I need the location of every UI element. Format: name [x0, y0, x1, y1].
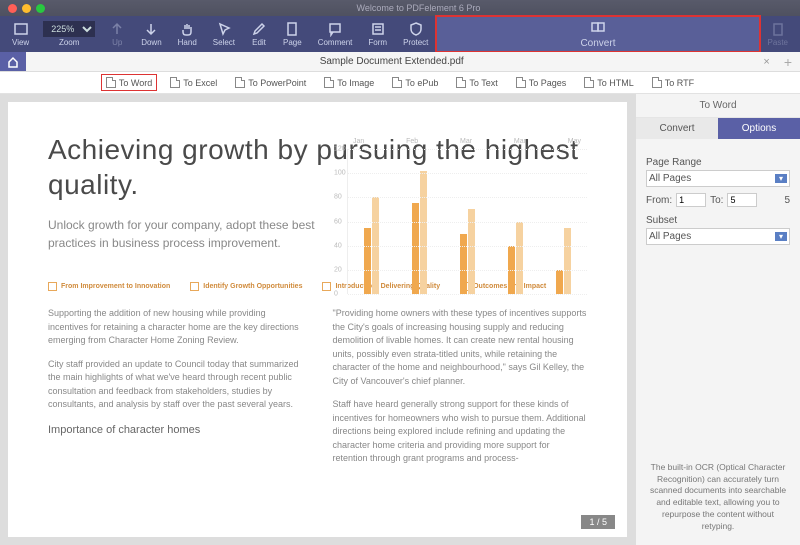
close-tab-button[interactable]: × [757, 56, 775, 68]
feature-icon [48, 282, 57, 291]
document-page: Achieving growth by pursuing the highest… [8, 102, 627, 537]
main-toolbar: View 225% Zoom Up Down Hand Select Edit … [0, 16, 800, 52]
minimize-window-button[interactable] [22, 4, 31, 13]
to-rtf-button[interactable]: To RTF [648, 75, 698, 90]
side-panel: To Word Convert Options Page Range All P… [635, 94, 800, 545]
paste-button[interactable]: Paste [760, 16, 796, 52]
page-total: 5 [784, 195, 790, 206]
bar-group [508, 222, 523, 295]
from-input[interactable] [676, 193, 706, 207]
window-title: Welcome to PDFelement 6 Pro [45, 3, 792, 13]
to-text-button[interactable]: To Text [452, 75, 501, 90]
bar-group [412, 171, 427, 294]
convert-button[interactable]: Convert [436, 16, 759, 52]
page-range-select[interactable]: All Pages▾ [646, 170, 790, 187]
select-button[interactable]: Select [205, 16, 243, 52]
close-window-button[interactable] [8, 4, 17, 13]
to-pages-button[interactable]: To Pages [512, 75, 571, 90]
chevron-down-icon: ▾ [775, 174, 787, 183]
doc-icon [235, 77, 245, 88]
text-column-right: "Providing home owners with these types … [333, 307, 588, 476]
page-range-row: From: To: 5 [646, 193, 790, 207]
pencil-icon [251, 21, 267, 37]
doc-icon [170, 77, 180, 88]
subset-select[interactable]: All Pages▾ [646, 228, 790, 245]
feature-icon [322, 282, 331, 291]
title-bar: Welcome to PDFelement 6 Pro [0, 0, 800, 16]
shield-icon [408, 21, 424, 37]
page-icon [284, 21, 300, 37]
arrow-down-icon [143, 21, 159, 37]
paste-icon [770, 21, 786, 37]
options-pane: Page Range All Pages▾ From: To: 5 Subset… [636, 139, 800, 255]
doc-icon [456, 77, 466, 88]
home-tab[interactable] [0, 52, 26, 71]
to-image-button[interactable]: To Image [320, 75, 378, 90]
doc-icon [392, 77, 402, 88]
from-label: From: [646, 195, 672, 206]
home-icon [7, 56, 19, 68]
side-panel-title: To Word [636, 94, 800, 118]
page-subheading: Unlock growth for your company, adopt th… [48, 216, 328, 252]
doc-icon [584, 77, 594, 88]
tab-options[interactable]: Options [718, 118, 800, 139]
doc-icon [652, 77, 662, 88]
new-tab-button[interactable]: + [776, 54, 800, 70]
document-tab[interactable]: Sample Document Extended.pdf [26, 56, 757, 67]
ocr-info-text: The built-in OCR (Optical Character Reco… [636, 450, 800, 545]
view-button[interactable]: View [4, 16, 37, 52]
main-area: Achieving growth by pursuing the highest… [0, 94, 800, 545]
to-powerpoint-button[interactable]: To PowerPoint [231, 75, 310, 90]
down-button[interactable]: Down [133, 16, 169, 52]
text-column-left: Supporting the addition of new housing w… [48, 307, 303, 476]
comment-icon [327, 21, 343, 37]
document-viewport[interactable]: Achieving growth by pursuing the highest… [0, 94, 635, 545]
to-word-button[interactable]: To Word [102, 75, 156, 90]
hand-icon [179, 21, 195, 37]
tab-strip: Sample Document Extended.pdf × + [0, 52, 800, 72]
zoom-control: 225% Zoom [37, 16, 101, 52]
chart-x-labels: Jan Feb Mar Mar May [347, 138, 587, 145]
form-button[interactable]: Form [360, 16, 395, 52]
protect-button[interactable]: Protect [395, 16, 436, 52]
subset-label: Subset [646, 215, 790, 226]
doc-icon [324, 77, 334, 88]
view-icon [13, 21, 29, 37]
page-button[interactable]: Page [275, 16, 310, 52]
window-controls [8, 4, 45, 13]
zoom-select[interactable]: 225% [43, 21, 95, 37]
cursor-icon [216, 21, 232, 37]
form-icon [370, 21, 386, 37]
tab-convert[interactable]: Convert [636, 118, 718, 139]
to-label: To: [710, 195, 723, 206]
bar-chart: Jan Feb Mar Mar May 020406080100120 [347, 138, 587, 308]
edit-button[interactable]: Edit [243, 16, 275, 52]
feature-item: Identify Growth Opportunities [190, 282, 302, 291]
feature-icon [190, 282, 199, 291]
hand-button[interactable]: Hand [170, 16, 205, 52]
doc-icon [106, 77, 116, 88]
doc-icon [516, 77, 526, 88]
chevron-down-icon: ▾ [775, 232, 787, 241]
to-input[interactable] [727, 193, 757, 207]
up-button[interactable]: Up [101, 16, 133, 52]
comment-button[interactable]: Comment [310, 16, 361, 52]
to-html-button[interactable]: To HTML [580, 75, 638, 90]
to-excel-button[interactable]: To Excel [166, 75, 221, 90]
feature-item: From Improvement to Innovation [48, 282, 170, 291]
bar-group [556, 228, 571, 294]
arrow-up-icon [109, 21, 125, 37]
convert-toolbar: To Word To Excel To PowerPoint To Image … [0, 72, 800, 94]
side-panel-tabs: Convert Options [636, 118, 800, 139]
page-range-label: Page Range [646, 157, 790, 168]
chart-grid: 020406080100120 [347, 149, 587, 294]
zoom-window-button[interactable] [36, 4, 45, 13]
page-indicator: 1 / 5 [581, 515, 615, 529]
to-epub-button[interactable]: To ePub [388, 75, 442, 90]
convert-icon [590, 19, 606, 35]
text-columns: Supporting the addition of new housing w… [48, 307, 587, 476]
